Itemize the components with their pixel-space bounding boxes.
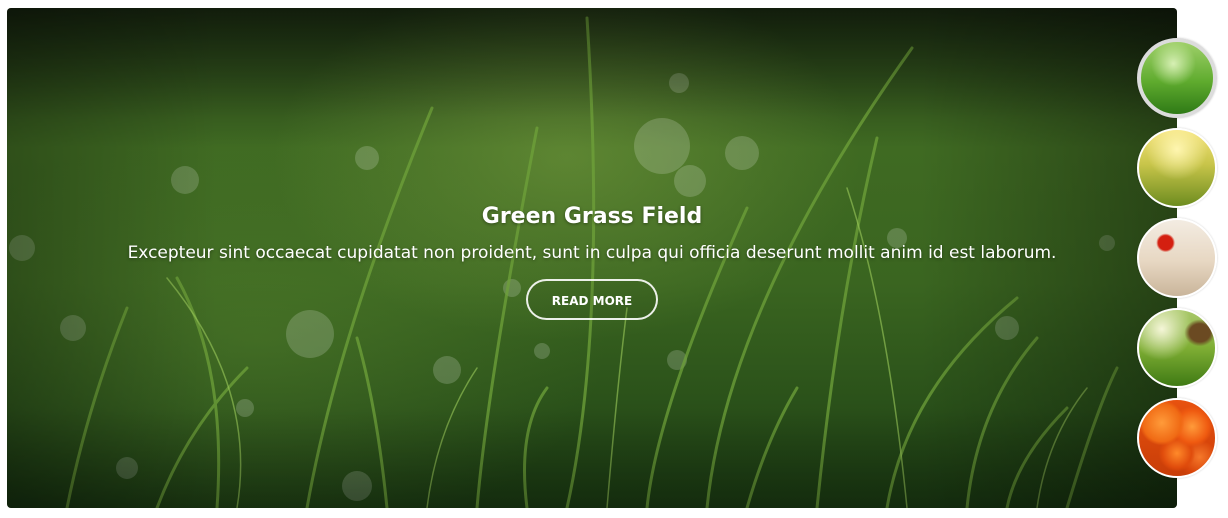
thumbnail-red-poppy[interactable] [1137,218,1217,298]
slide-description: Excepteur sint occaecat cupidatat non pr… [127,243,1057,263]
read-more-button[interactable]: READ MORE [526,279,658,320]
thumbnail-navigation [1137,38,1217,488]
slide-caption: Green Grass Field Excepteur sint occaeca… [7,204,1177,320]
slide-title: Green Grass Field [481,204,703,229]
thumbnail-meadow-tree[interactable] [1137,308,1217,388]
thumbnail-yellow-field[interactable] [1137,128,1217,208]
thumbnail-green-grass[interactable] [1137,38,1217,118]
thumbnail-orange-roses[interactable] [1137,398,1217,478]
hero-slider: Green Grass Field Excepteur sint occaeca… [7,8,1177,508]
